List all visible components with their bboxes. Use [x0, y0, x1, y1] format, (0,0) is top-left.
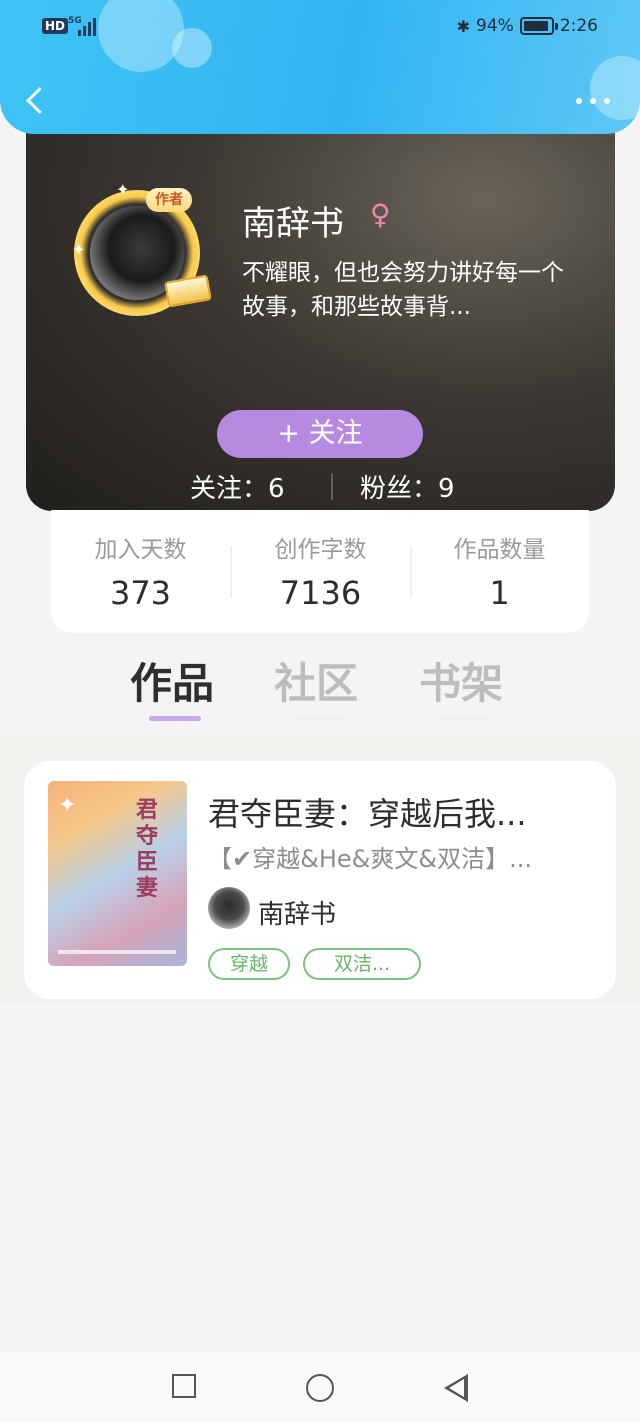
- tab-bookshelf[interactable]: 书架: [419, 650, 503, 711]
- stat-work-count: 作品数量 1: [410, 530, 589, 612]
- tab-indicator: [295, 716, 347, 721]
- home-icon[interactable]: [306, 1374, 334, 1402]
- signal-icon: [78, 16, 98, 36]
- star-icon: ✦: [58, 793, 77, 818]
- stat-label: 加入天数: [94, 537, 187, 563]
- sparkle-icon: ✦: [116, 180, 130, 199]
- system-nav-bar: [0, 1352, 640, 1422]
- avatar: [208, 887, 250, 929]
- work-card[interactable]: ✦ 君夺臣妻 君夺臣妻：穿越后我... 【✔穿越&He&爽文&双洁】... 南辞…: [24, 761, 616, 999]
- fans-label: 粉丝：: [360, 474, 439, 504]
- tag-time-travel[interactable]: 穿越: [208, 948, 290, 980]
- author-name: 南辞书: [242, 204, 344, 244]
- back-icon[interactable]: [22, 84, 52, 118]
- bluetooth-icon: ✱: [456, 16, 471, 36]
- sparkle-icon: ✦: [72, 240, 86, 259]
- stat-label: 作品数量: [453, 537, 546, 563]
- recent-apps-icon[interactable]: [172, 1374, 196, 1398]
- stat-value: 1: [489, 574, 510, 612]
- work-author-name: 南辞书: [258, 900, 337, 930]
- tab-indicator-active: [149, 716, 201, 721]
- stat-value: 7136: [279, 574, 362, 612]
- stat-join-days: 加入天数 373: [51, 530, 230, 612]
- stat-word-count: 创作字数 7136: [231, 530, 410, 612]
- fans-count[interactable]: 粉丝：9: [360, 468, 455, 505]
- cover-decoration: [58, 950, 176, 954]
- more-options-icon[interactable]: [576, 96, 612, 106]
- divider: [331, 474, 333, 500]
- following-count[interactable]: 关注：6: [190, 468, 285, 505]
- top-bar: HD 5G ✱ 94% 2:26: [0, 0, 640, 134]
- tab-works[interactable]: 作品: [130, 650, 214, 711]
- stat-label: 创作字数: [274, 537, 367, 563]
- female-icon: ♀: [370, 198, 391, 231]
- author-avatar[interactable]: 作者 ✦ ✦: [66, 180, 212, 328]
- battery-icon: [519, 17, 558, 35]
- tab-community[interactable]: 社区: [274, 650, 358, 711]
- back-nav-icon[interactable]: [444, 1374, 468, 1402]
- battery-percent: 94%: [476, 16, 514, 36]
- follow-button[interactable]: + 关注: [217, 410, 423, 458]
- fans-value: 9: [438, 474, 455, 504]
- following-label: 关注：: [190, 474, 269, 504]
- status-right: ✱ 94% 2:26: [457, 16, 598, 36]
- following-value: 6: [268, 474, 285, 504]
- author-bio: 不耀眼，但也会努力讲好每一个故事，和那些故事背...: [242, 260, 564, 320]
- tab-indicator: [440, 716, 492, 721]
- work-description: 【✔穿越&He&爽文&双洁】...: [208, 845, 532, 873]
- clock: 2:26: [559, 16, 598, 36]
- author-profile-card: 作者 ✦ ✦ 南辞书 ♀ 不耀眼，但也会努力讲好每一个故事，和那些故事背... …: [26, 120, 615, 511]
- stat-value: 373: [109, 574, 172, 612]
- book-cover[interactable]: ✦ 君夺臣妻: [48, 781, 187, 966]
- author-stats-card: 加入天数 373 创作字数 7136 作品数量 1: [51, 510, 589, 633]
- tag-double-pure[interactable]: 双洁...: [303, 948, 421, 980]
- hd-icon: HD: [42, 18, 69, 34]
- work-title: 君夺臣妻：穿越后我...: [208, 795, 527, 833]
- status-bar: HD 5G ✱ 94% 2:26: [0, 14, 640, 42]
- decorative-bubble: [590, 56, 640, 120]
- profile-tabs: 作品 社区 书架: [0, 644, 640, 734]
- follow-stats: 关注：6 粉丝：9: [26, 468, 615, 504]
- cover-title: 君夺臣妻: [135, 797, 158, 901]
- author-badge: 作者: [146, 188, 192, 212]
